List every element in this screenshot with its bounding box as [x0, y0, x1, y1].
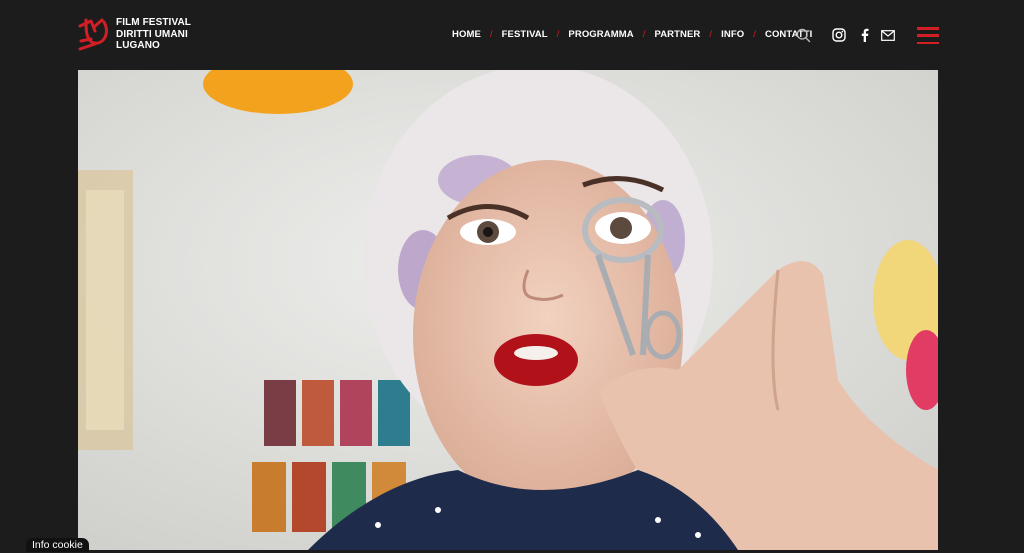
- logo-text: FILM FESTIVAL DIRITTI UMANI LUGANO: [116, 17, 191, 52]
- hamburger-line: [917, 41, 939, 44]
- nav-separator: /: [753, 29, 756, 40]
- hamburger-menu-icon[interactable]: [917, 27, 939, 44]
- nav-separator: /: [556, 29, 560, 40]
- logo-line-1: FILM FESTIVAL: [116, 17, 191, 28]
- nav-info[interactable]: INFO: [721, 29, 744, 40]
- hamburger-line: [917, 27, 939, 30]
- hero-image: [78, 70, 938, 550]
- logo-line-3: LUGANO: [116, 40, 160, 51]
- mail-icon[interactable]: [880, 27, 896, 43]
- nav-separator: /: [489, 29, 493, 40]
- site-header: FILM FESTIVAL DIRITTI UMANI LUGANO HOME …: [0, 0, 1024, 70]
- nav-festival[interactable]: FESTIVAL: [502, 29, 548, 40]
- festival-logo[interactable]: FILM FESTIVAL DIRITTI UMANI LUGANO: [77, 17, 191, 52]
- nav-separator: /: [642, 29, 646, 40]
- header-icons: [795, 27, 896, 43]
- hamburger-line: [917, 34, 939, 37]
- hero-photo: [78, 70, 938, 550]
- nav-separator: /: [709, 29, 713, 40]
- nav-partner[interactable]: PARTNER: [654, 29, 700, 40]
- facebook-icon[interactable]: [857, 27, 871, 43]
- nav-home[interactable]: HOME: [452, 29, 481, 40]
- instagram-icon[interactable]: [831, 27, 847, 43]
- festival-logo-mark-icon: [78, 18, 108, 51]
- nav-programma[interactable]: PROGRAMMA: [568, 29, 633, 40]
- search-icon[interactable]: [795, 27, 811, 43]
- logo-line-2: DIRITTI UMANI: [116, 28, 188, 40]
- main-nav: HOME / FESTIVAL / PROGRAMMA / PARTNER / …: [452, 29, 812, 40]
